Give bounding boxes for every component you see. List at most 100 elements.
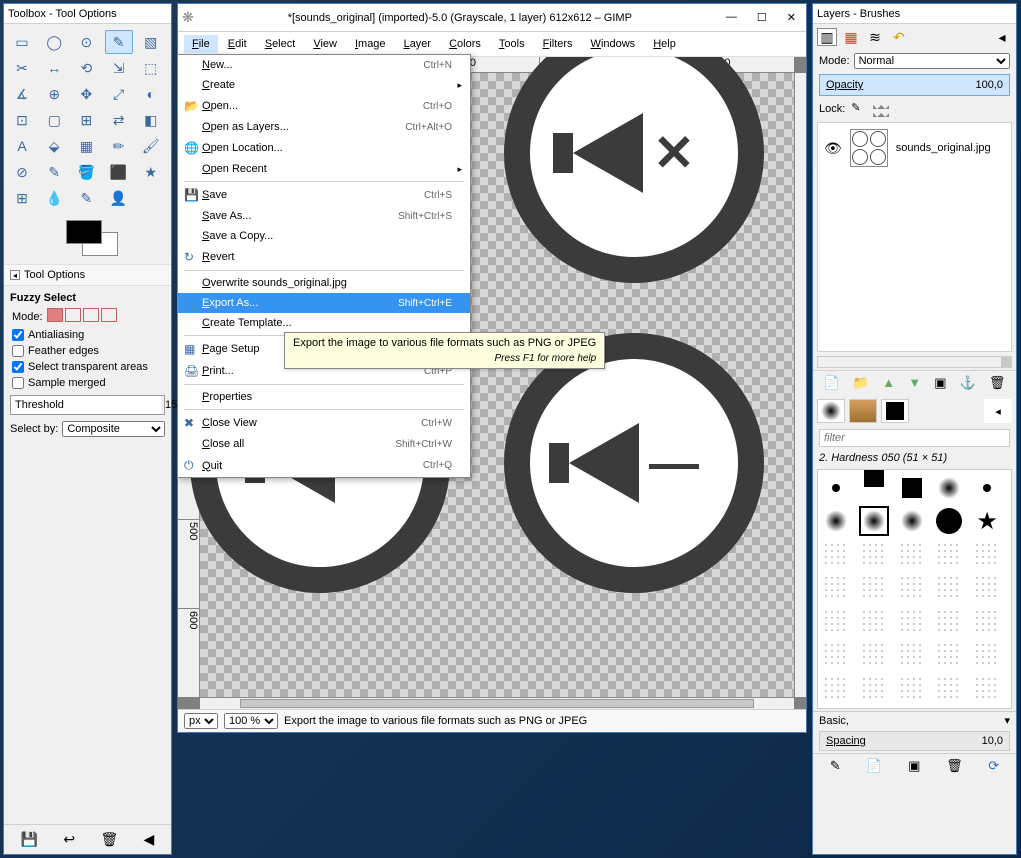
- menu-filters[interactable]: Filters: [535, 35, 581, 53]
- brush-item[interactable]: [897, 674, 927, 704]
- brush-item[interactable]: [821, 473, 851, 503]
- tool-button[interactable]: ⊙: [72, 30, 100, 54]
- tool-button[interactable]: A: [8, 134, 36, 158]
- minimize-button[interactable]: —: [726, 11, 737, 24]
- save-preset-icon[interactable]: 💾: [21, 831, 38, 848]
- brush-item[interactable]: [821, 573, 851, 603]
- refresh-brush-icon[interactable]: ⟳: [988, 758, 999, 774]
- gradients-tab-icon[interactable]: [881, 399, 909, 423]
- brush-item-selected[interactable]: [859, 506, 889, 536]
- menu-file[interactable]: File: [184, 35, 218, 53]
- channels-tab-icon[interactable]: ▦: [841, 28, 861, 46]
- main-titlebar[interactable]: ❋ *[sounds_original] (imported)-5.0 (Gra…: [178, 4, 806, 32]
- layer-group-icon[interactable]: 📁: [853, 375, 869, 391]
- fg-color[interactable]: [66, 220, 102, 244]
- menu-select[interactable]: Select: [257, 35, 304, 53]
- brush-item[interactable]: [934, 540, 964, 570]
- brush-item[interactable]: [859, 607, 889, 637]
- layers-titlebar[interactable]: Layers - Brushes: [813, 4, 1016, 24]
- new-brush-icon[interactable]: 📄: [866, 758, 882, 774]
- delete-layer-icon[interactable]: 🗑: [989, 375, 1006, 391]
- brush-item[interactable]: [897, 573, 927, 603]
- brush-item[interactable]: [897, 473, 927, 503]
- toolbox-titlebar[interactable]: Toolbox - Tool Options: [4, 4, 171, 24]
- threshold-label[interactable]: [11, 396, 161, 414]
- tool-button[interactable]: ⊞: [72, 108, 100, 132]
- layers-tab-icon[interactable]: ▥: [817, 28, 837, 46]
- paths-tab-icon[interactable]: ≋: [865, 28, 885, 46]
- menu-item-overwrite-sounds-original-jpg[interactable]: Overwrite sounds_original.jpg: [178, 273, 470, 293]
- brush-item[interactable]: [897, 640, 927, 670]
- brush-item[interactable]: [972, 607, 1002, 637]
- tool-button[interactable]: ⊘: [8, 160, 36, 184]
- tab-menu-icon[interactable]: ◂: [992, 28, 1012, 46]
- opacity-slider[interactable]: Opacity 100,0: [819, 74, 1010, 96]
- brush-item[interactable]: [972, 674, 1002, 704]
- menu-layer[interactable]: Layer: [396, 35, 440, 53]
- tool-button[interactable]: 👤: [105, 186, 133, 210]
- menu-item-open-recent[interactable]: Open Recent▸: [178, 159, 470, 179]
- tool-button[interactable]: 🪣: [72, 160, 100, 184]
- menu-item-new[interactable]: New...Ctrl+N: [178, 55, 470, 75]
- menu-item-revert[interactable]: ↻Revert: [178, 246, 470, 268]
- delete-preset-icon[interactable]: 🗑: [100, 831, 118, 848]
- collapse-icon[interactable]: ◂: [10, 270, 20, 280]
- reset-preset-icon[interactable]: ◀: [144, 831, 155, 848]
- tool-button[interactable]: ∡: [8, 82, 36, 106]
- brush-item[interactable]: [972, 640, 1002, 670]
- feather-option[interactable]: Feather edges: [10, 343, 165, 359]
- lower-layer-icon[interactable]: ▼: [908, 375, 921, 391]
- menu-image[interactable]: Image: [347, 35, 394, 53]
- antialias-checkbox[interactable]: [12, 329, 24, 341]
- tool-button[interactable]: ⬛: [105, 160, 133, 184]
- brush-item[interactable]: [934, 473, 964, 503]
- antialias-option[interactable]: Antialiasing: [10, 327, 165, 343]
- brush-item[interactable]: [972, 506, 1002, 536]
- feather-checkbox[interactable]: [12, 345, 24, 357]
- menu-item-create-template[interactable]: Create Template...: [178, 313, 470, 333]
- tool-button[interactable]: ✎: [72, 186, 100, 210]
- menu-item-save-as[interactable]: Save As...Shift+Ctrl+S: [178, 206, 470, 226]
- spacing-slider[interactable]: Spacing 10,0: [819, 731, 1010, 751]
- menu-item-open[interactable]: 📂Open...Ctrl+O: [178, 95, 470, 117]
- tool-button[interactable]: ⊞: [8, 186, 36, 210]
- undo-tab-icon[interactable]: ↶: [889, 28, 909, 46]
- tool-button[interactable]: ⊡: [8, 108, 36, 132]
- unit-select[interactable]: px: [184, 713, 218, 729]
- transparent-checkbox[interactable]: [12, 361, 24, 373]
- menu-item-properties[interactable]: Properties: [178, 387, 470, 407]
- menu-item-open-as-layers[interactable]: Open as Layers...Ctrl+Alt+O: [178, 117, 470, 137]
- menu-item-quit[interactable]: ⏻QuitCtrl+Q: [178, 454, 470, 477]
- brush-item[interactable]: [897, 506, 927, 536]
- brush-item[interactable]: [972, 540, 1002, 570]
- brush-item[interactable]: [934, 640, 964, 670]
- tool-button[interactable]: ▢: [40, 108, 68, 132]
- brush-item[interactable]: [821, 607, 851, 637]
- brush-item[interactable]: [934, 674, 964, 704]
- brush-tab-menu-icon[interactable]: ◂: [984, 399, 1012, 423]
- menu-item-close-view[interactable]: ✖Close ViewCtrl+W: [178, 412, 470, 434]
- tool-button[interactable]: ⬚: [137, 56, 165, 80]
- threshold-input[interactable]: 15,0 ▲▼: [10, 395, 165, 415]
- tool-button[interactable]: ✂: [8, 56, 36, 80]
- sample-merged-checkbox[interactable]: [12, 377, 24, 389]
- tool-button[interactable]: ⟲: [72, 56, 100, 80]
- tool-button[interactable]: ◐: [137, 82, 165, 106]
- raise-layer-icon[interactable]: ▲: [882, 375, 895, 391]
- tool-button[interactable]: ▦: [72, 134, 100, 158]
- tool-button[interactable]: ◧: [137, 108, 165, 132]
- brush-filter-input[interactable]: [819, 429, 1010, 447]
- layer-item[interactable]: 👁 sounds_original.jpg: [818, 123, 1011, 173]
- patterns-tab-icon[interactable]: [849, 399, 877, 423]
- tool-button[interactable]: ★: [137, 160, 165, 184]
- brush-preset-row[interactable]: Basic, ▾: [813, 711, 1016, 729]
- menu-help[interactable]: Help: [645, 35, 684, 53]
- brush-item[interactable]: [821, 506, 851, 536]
- tool-button[interactable]: ⊕: [40, 82, 68, 106]
- duplicate-brush-icon[interactable]: ▣: [908, 758, 920, 774]
- menu-windows[interactable]: Windows: [583, 35, 644, 53]
- tool-button[interactable]: ↔: [40, 56, 68, 80]
- brush-item[interactable]: [859, 674, 889, 704]
- menu-view[interactable]: View: [305, 35, 345, 53]
- lock-alpha-icon[interactable]: [873, 101, 889, 117]
